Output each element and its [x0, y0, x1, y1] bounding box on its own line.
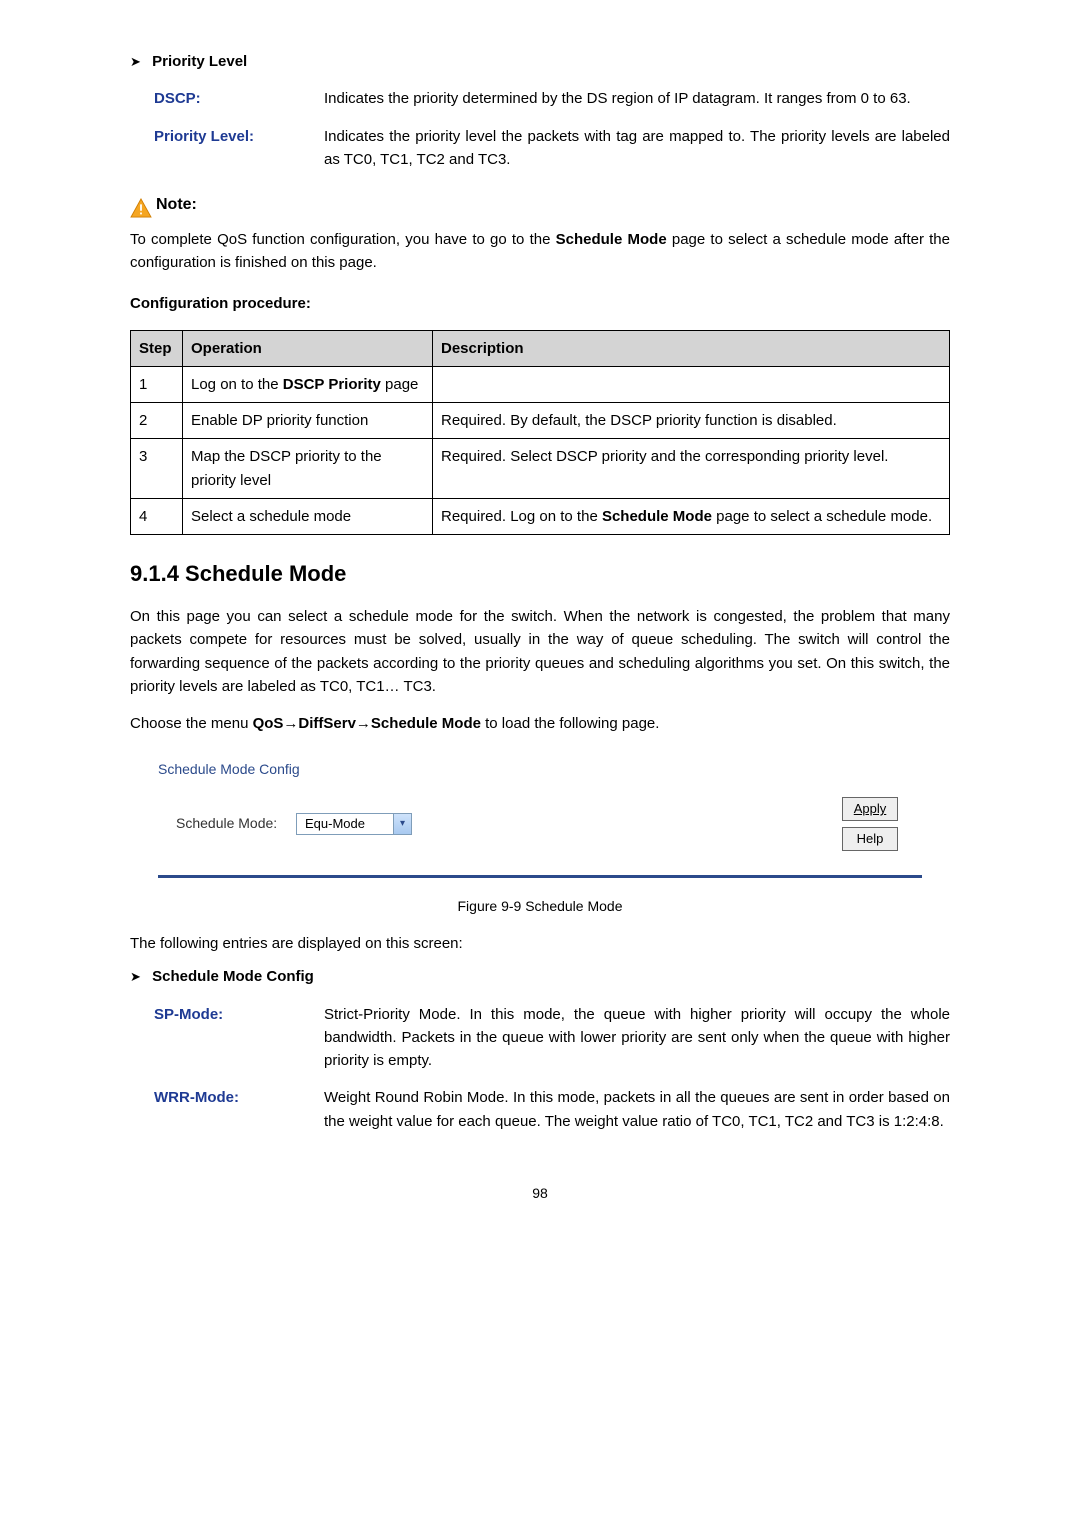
th-step: Step — [131, 330, 183, 366]
cell-step: 2 — [131, 403, 183, 439]
th-description: Description — [433, 330, 950, 366]
figure-caption: Figure 9-9 Schedule Mode — [130, 896, 950, 918]
priority-level-heading: Priority Level — [152, 53, 247, 70]
note-body-bold: Schedule Mode — [556, 231, 667, 248]
cell-operation: Log on to the DSCP Priority page — [183, 366, 433, 402]
cell-operation: Select a schedule mode — [183, 498, 433, 534]
definition-row: WRR-Mode: Weight Round Robin Mode. In th… — [154, 1086, 950, 1133]
cell-step: 4 — [131, 498, 183, 534]
cell-description — [433, 366, 950, 402]
cell-description: Required. Log on to the Schedule Mode pa… — [433, 498, 950, 534]
warning-icon — [130, 198, 152, 218]
schedule-mode-heading: 9.1.4 Schedule Mode — [130, 557, 950, 591]
schedule-mode-config-panel: Schedule Mode Config Schedule Mode: Equ-… — [158, 749, 922, 878]
note-body: To complete QoS function configuration, … — [130, 228, 950, 275]
help-button[interactable]: Help — [842, 827, 898, 851]
definition-row: SP-Mode: Strict-Priority Mode. In this m… — [154, 1003, 950, 1073]
page-number: 98 — [130, 1183, 950, 1205]
panel-title: Schedule Mode Config — [158, 759, 922, 781]
term-sp-mode: SP-Mode: — [154, 1003, 324, 1073]
apply-button[interactable]: Apply — [842, 797, 898, 821]
term-priority-level: Priority Level: — [154, 125, 324, 172]
cell-description: Required. Select DSCP priority and the c… — [433, 439, 950, 499]
procedure-table: Step Operation Description 1 Log on to t… — [130, 330, 950, 536]
note-body-pre: To complete QoS function configuration, … — [130, 231, 556, 248]
definition-row: DSCP: Indicates the priority determined … — [154, 87, 950, 110]
term-dscp: DSCP: — [154, 87, 324, 110]
desc-priority-level: Indicates the priority level the packets… — [324, 125, 950, 172]
term-wrr-mode: WRR-Mode: — [154, 1086, 324, 1133]
arrow-bullet-icon: ➤ — [130, 52, 148, 72]
table-row: 3 Map the DSCP priority to the priority … — [131, 439, 950, 499]
desc-wrr-mode: Weight Round Robin Mode. In this mode, p… — [324, 1086, 950, 1133]
note-label: Note: — [156, 193, 197, 218]
select-value: Equ-Mode — [297, 814, 393, 834]
arrow-bullet-icon: ➤ — [130, 967, 148, 987]
schedule-mode-select[interactable]: Equ-Mode ▾ — [296, 813, 412, 835]
note-header: Note: — [130, 193, 950, 218]
definition-row: Priority Level: Indicates the priority l… — [154, 125, 950, 172]
cell-operation: Enable DP priority function — [183, 403, 433, 439]
desc-dscp: Indicates the priority determined by the… — [324, 87, 950, 110]
cell-description: Required. By default, the DSCP priority … — [433, 403, 950, 439]
table-row: 2 Enable DP priority function Required. … — [131, 403, 950, 439]
table-row: 1 Log on to the DSCP Priority page — [131, 366, 950, 402]
table-row: 4 Select a schedule mode Required. Log o… — [131, 498, 950, 534]
cell-step: 1 — [131, 366, 183, 402]
cell-step: 3 — [131, 439, 183, 499]
schedule-mode-config-heading: Schedule Mode Config — [152, 968, 314, 985]
schedule-mode-nav: Choose the menu QoS→DiffServ→Schedule Mo… — [130, 712, 950, 735]
desc-sp-mode: Strict-Priority Mode. In this mode, the … — [324, 1003, 950, 1073]
chevron-down-icon[interactable]: ▾ — [393, 814, 411, 834]
schedule-mode-para1: On this page you can select a schedule m… — [130, 605, 950, 698]
configuration-procedure-heading: Configuration procedure: — [130, 292, 950, 315]
th-operation: Operation — [183, 330, 433, 366]
cell-operation: Map the DSCP priority to the priority le… — [183, 439, 433, 499]
schedule-mode-label: Schedule Mode: — [176, 813, 296, 835]
entries-intro: The following entries are displayed on t… — [130, 932, 950, 955]
